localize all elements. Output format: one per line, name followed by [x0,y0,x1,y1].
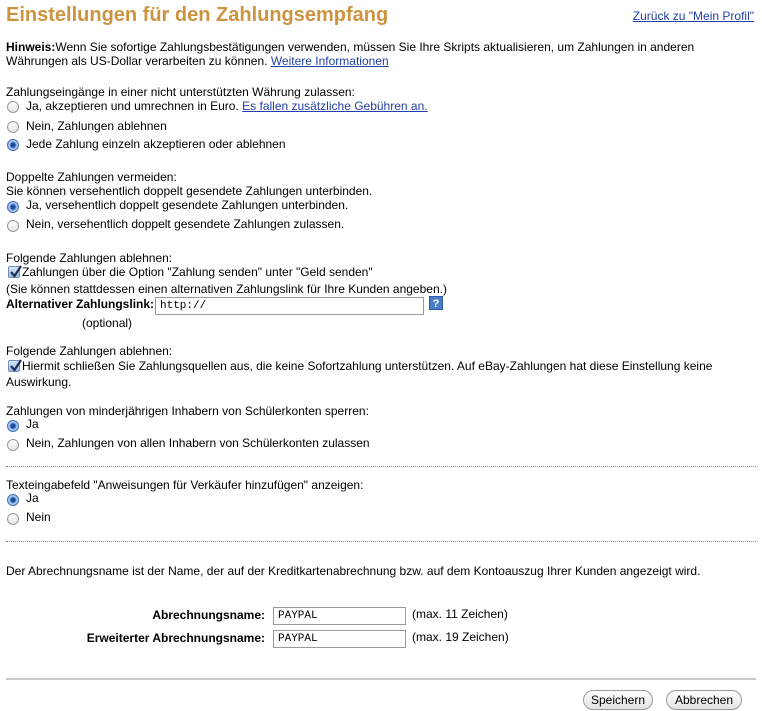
duplicates-question: Doppelte Zahlungen vermeiden: [6,170,177,184]
instructions-opt2-label: Nein [26,510,51,524]
duplicates-subtext: Sie können versehentlich doppelt gesende… [6,184,373,198]
student-radio-no[interactable] [7,439,19,451]
notice-line2: Währungen als US-Dollar verarbeiten zu k… [6,54,389,68]
notice-text-2: Währungen als US-Dollar verarbeiten zu k… [6,54,268,68]
instructions-radio-yes[interactable] [7,494,19,506]
currency-radio-convert[interactable] [7,101,19,113]
duplicates-opt1-label: Ja, versehentlich doppelt gesendete Zahl… [26,198,349,212]
student-opt1-label: Ja [26,417,39,431]
billing-description: Der Abrechnungsname ist der Name, der au… [6,564,701,578]
duplicates-radio-allow[interactable] [7,220,19,232]
alt-link-optional: (optional) [82,316,133,330]
block-send-question: Folgende Zahlungen ablehnen: [6,251,173,265]
block-sources-label-2: Auswirkung. [6,375,72,389]
billing-ext-input[interactable] [273,630,406,648]
cancel-button[interactable]: Abbrechen [666,690,742,710]
duplicates-opt2-label: Nein, versehentlich doppelt gesendete Za… [26,217,345,231]
alt-payment-link-label: Alternativer Zahlungslink: [6,297,155,311]
instructions-radio-no[interactable] [7,513,19,525]
block-send-label: Zahlungen über die Option "Zahlung sende… [22,265,373,279]
block-send-checkbox[interactable] [8,265,22,278]
block-send-note: (Sie können stattdessen einen alternativ… [6,282,447,296]
back-to-profile-link[interactable]: Zurück zu "Mein Profil" [633,9,754,23]
billing-name-input[interactable] [273,607,406,625]
page-title: Einstellungen für den Zahlungsempfang [6,4,389,26]
divider [6,466,756,467]
instructions-opt1-label: Ja [26,491,39,505]
block-sources-checkbox[interactable] [8,359,22,372]
billing-name-label: Abrechnungsname: [152,608,265,622]
notice-line1: Hinweis:Wenn Sie sofortige Zahlungsbestä… [6,40,694,54]
currency-question: Zahlungseingänge in einer nicht unterstü… [6,85,355,99]
notice-label: Hinweis: [6,40,56,54]
save-button[interactable]: Speichern [583,690,653,710]
currency-opt2-label: Nein, Zahlungen ablehnen [26,119,167,133]
billing-ext-hint: (max. 19 Zeichen) [412,630,509,644]
currency-radio-individual[interactable] [7,139,19,151]
divider [6,541,756,542]
more-info-link[interactable]: Weitere Informationen [271,54,389,68]
block-sources-question: Folgende Zahlungen ablehnen: [6,344,173,358]
billing-name-hint: (max. 11 Zeichen) [412,607,508,621]
alt-payment-link-input[interactable] [155,297,424,315]
student-question: Zahlungen von minderjährigen Inhabern vo… [6,404,369,418]
checkmark-icon [10,265,22,278]
extra-fees-link[interactable]: Es fallen zusätzliche Gebühren an. [242,99,427,113]
currency-opt1-label: Ja, akzeptieren und umrechnen in Euro. E… [26,99,428,113]
currency-opt1-text: Ja, akzeptieren und umrechnen in Euro. [26,99,239,113]
divider [6,678,756,680]
checkmark-icon [10,359,22,372]
currency-opt3-label: Jede Zahlung einzeln akzeptieren oder ab… [26,137,286,151]
help-icon[interactable]: ? [429,296,443,310]
student-radio-yes[interactable] [7,420,19,432]
notice-text: Wenn Sie sofortige Zahlungsbestätigungen… [55,40,695,54]
instructions-question: Texteingabefeld "Anweisungen für Verkäuf… [6,478,364,492]
student-opt2-label: Nein, Zahlungen von allen Inhabern von S… [26,436,370,450]
duplicates-radio-block[interactable] [7,201,19,213]
currency-radio-decline[interactable] [7,121,19,133]
block-sources-label: Hiermit schließen Sie Zahlungsquellen au… [22,359,713,373]
billing-ext-label: Erweiterter Abrechnungsname: [86,631,265,645]
